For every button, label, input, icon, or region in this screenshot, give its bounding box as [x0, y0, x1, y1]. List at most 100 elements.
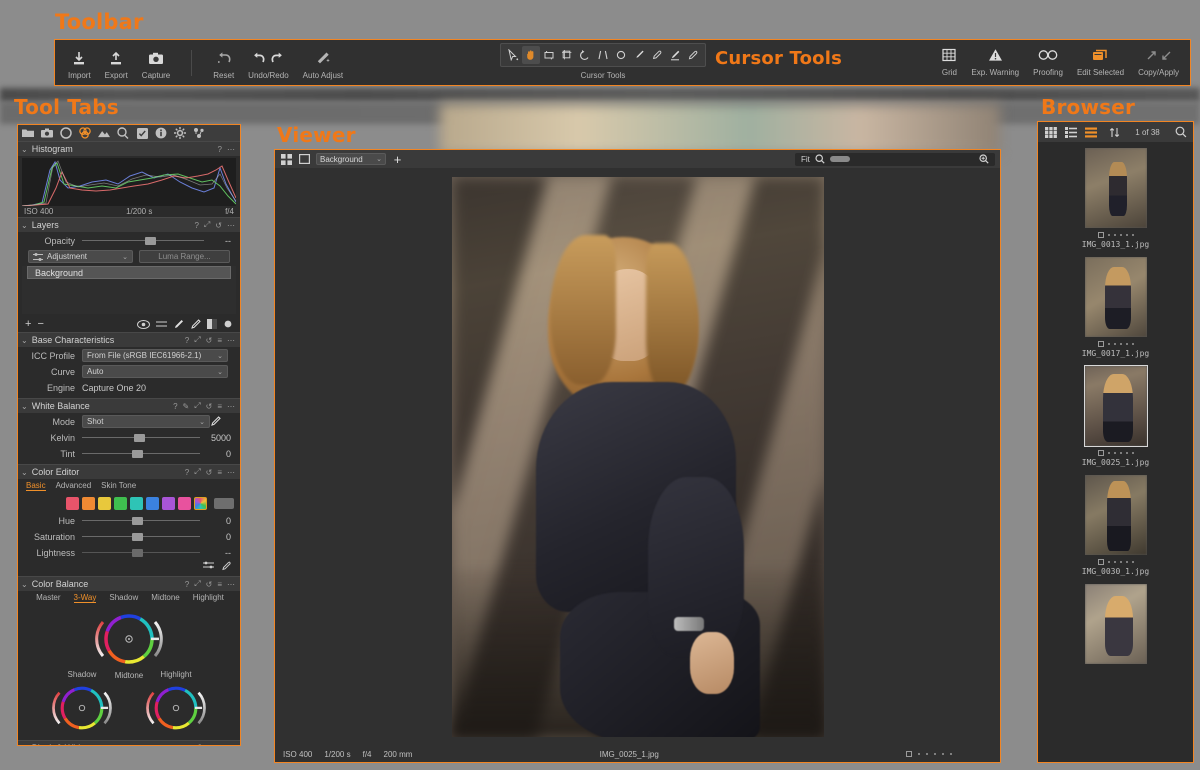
wb-tint-slider[interactable]: [82, 447, 200, 460]
white-balance-picker-tool[interactable]: [630, 46, 648, 64]
reset-button[interactable]: Reset: [206, 48, 241, 85]
filmstrip-view-icon[interactable]: [1084, 126, 1097, 138]
color-editor-tab-advanced[interactable]: Advanced: [56, 481, 92, 491]
single-view-icon[interactable]: [298, 154, 311, 165]
base-characteristics-header[interactable]: ⌄ Base Characteristics ? ⤢ ↺ ≡ ⋯: [18, 332, 240, 347]
color-editor-tab-skin-tone[interactable]: Skin Tone: [101, 481, 136, 491]
help-icon[interactable]: ?: [185, 580, 189, 589]
reset-icon[interactable]: ↺: [206, 336, 213, 345]
swatch-red[interactable]: [66, 497, 79, 510]
color-balance-header[interactable]: ⌄ Color Balance ? ⤢ ↺ ≡ ⋯: [18, 576, 240, 591]
auto-adjust-button[interactable]: Auto Adjust: [296, 48, 350, 85]
zoom-in-icon[interactable]: [979, 154, 989, 164]
remove-layer-icon[interactable]: −: [37, 318, 43, 330]
color-balance-tab-shadow[interactable]: Shadow: [109, 593, 138, 603]
crop-tool[interactable]: [540, 46, 558, 64]
invert-mask-icon[interactable]: [156, 320, 167, 328]
swatch-preview-box[interactable]: [214, 497, 234, 509]
spot-removal-tool[interactable]: [612, 46, 630, 64]
midtone-color-wheel[interactable]: [89, 608, 169, 670]
swatch-all-colors[interactable]: [194, 497, 207, 510]
adjustment-select[interactable]: Adjustment ⌄: [28, 250, 133, 263]
hue-slider[interactable]: [82, 514, 200, 527]
radial-mask-icon[interactable]: [223, 319, 233, 329]
proofing-button[interactable]: Proofing: [1026, 45, 1070, 82]
wb-mode-select[interactable]: Shot ⌄: [82, 415, 210, 428]
viewer-canvas[interactable]: [275, 168, 1000, 746]
more-options-icon[interactable]: ⋯: [227, 336, 235, 345]
thumbnail-list[interactable]: IMG_0013_1.jpg IMG_0017_1.jpg IMG_0025_1…: [1038, 142, 1193, 762]
reset-icon[interactable]: ↺: [206, 468, 213, 477]
more-options-icon[interactable]: ⋯: [227, 744, 235, 746]
wb-eyedropper-icon[interactable]: [210, 416, 234, 427]
swatch-green[interactable]: [114, 497, 127, 510]
color-balance-tab-3way[interactable]: 3-Way: [73, 593, 97, 603]
variant-select[interactable]: Background ⌄: [316, 153, 386, 165]
zoom-out-icon[interactable]: [815, 154, 825, 164]
color-editor-picker-icon[interactable]: [221, 561, 232, 572]
color-balance-tab-highlight[interactable]: Highlight: [193, 593, 224, 603]
thumbnail-rating[interactable]: [1097, 558, 1134, 566]
color-balance-tab-midtone[interactable]: Midtone: [151, 593, 179, 603]
preset-icon[interactable]: ≡: [217, 580, 222, 589]
copy-icon[interactable]: ⤢: [194, 467, 200, 477]
opacity-slider[interactable]: [82, 234, 204, 247]
histogram-header[interactable]: ⌄ Histogram ? ⋯: [18, 141, 240, 156]
thumbnail-rating[interactable]: [1097, 231, 1134, 239]
preset-icon[interactable]: ≡: [217, 402, 222, 411]
preset-icon[interactable]: ≡: [217, 744, 222, 746]
edit-selected-button[interactable]: Edit Selected: [1070, 45, 1131, 82]
tool-tab-metadata[interactable]: [155, 127, 167, 139]
color-picker-tool[interactable]: [648, 46, 666, 64]
icc-profile-select[interactable]: From File (sRGB IEC61966-2.1) ⌄: [82, 349, 228, 362]
color-editor-header[interactable]: ⌄ Color Editor ? ⤢ ↺ ≡ ⋯: [18, 464, 240, 479]
erase-mask-tool[interactable]: [684, 46, 702, 64]
help-icon[interactable]: ?: [218, 145, 222, 154]
copy-icon[interactable]: ⤢: [194, 335, 200, 345]
reset-icon[interactable]: ↺: [215, 221, 222, 230]
help-icon[interactable]: ?: [173, 402, 177, 411]
saturation-slider[interactable]: [82, 530, 200, 543]
swatch-orange[interactable]: [82, 497, 95, 510]
grid-view-icon[interactable]: [1044, 126, 1057, 138]
select-tool[interactable]: [504, 46, 522, 64]
more-options-icon[interactable]: ⋯: [227, 145, 235, 154]
capture-button[interactable]: Capture: [135, 48, 177, 85]
color-editor-tab-basic[interactable]: Basic: [26, 481, 46, 491]
saturation-value[interactable]: 0: [200, 532, 234, 542]
curve-select[interactable]: Auto ⌄: [82, 365, 228, 378]
copy-icon[interactable]: ⤢: [194, 743, 200, 745]
swatch-magenta[interactable]: [178, 497, 191, 510]
shadow-color-wheel[interactable]: [46, 680, 118, 736]
reset-icon[interactable]: ↺: [206, 744, 213, 746]
lightness-slider[interactable]: [82, 546, 200, 559]
tool-tab-lens[interactable]: [60, 127, 72, 139]
more-options-icon[interactable]: ⋯: [227, 468, 235, 477]
swatch-yellow[interactable]: [98, 497, 111, 510]
wb-kelvin-value[interactable]: 5000: [200, 433, 234, 443]
thumbnail-image[interactable]: [1083, 147, 1148, 229]
main-photo[interactable]: [451, 177, 824, 737]
sort-icon[interactable]: [1108, 126, 1121, 138]
import-button[interactable]: Import: [61, 48, 98, 85]
zoom-level-label[interactable]: Fit: [801, 155, 810, 164]
keystone-tool[interactable]: [594, 46, 612, 64]
preset-icon[interactable]: ≡: [217, 468, 222, 477]
tool-tab-output[interactable]: [174, 127, 186, 139]
wb-tint-value[interactable]: 0: [200, 449, 234, 459]
swatch-cyan[interactable]: [130, 497, 143, 510]
export-button[interactable]: Export: [98, 48, 135, 85]
wb-kelvin-slider[interactable]: [82, 431, 200, 444]
black-white-header[interactable]: ⌄ Black & White ? ⤢ ↺ ≡ ⋯: [18, 740, 240, 745]
search-icon[interactable]: [1174, 126, 1187, 138]
copy-apply-button[interactable]: Copy/Apply: [1131, 45, 1186, 82]
tool-tab-color[interactable]: [79, 127, 91, 139]
layers-header[interactable]: ⌄ Layers ? ⤢ ↺ ⋯: [18, 217, 240, 232]
draw-mask-tool[interactable]: [666, 46, 684, 64]
tool-tab-exposure[interactable]: [98, 127, 110, 139]
rotate-tool[interactable]: [576, 46, 594, 64]
help-icon[interactable]: ?: [185, 468, 189, 477]
copy-icon[interactable]: ⤢: [194, 579, 200, 589]
help-icon[interactable]: ?: [185, 336, 189, 345]
thumbnail-item[interactable]: IMG_0013_1.jpg: [1038, 147, 1193, 249]
